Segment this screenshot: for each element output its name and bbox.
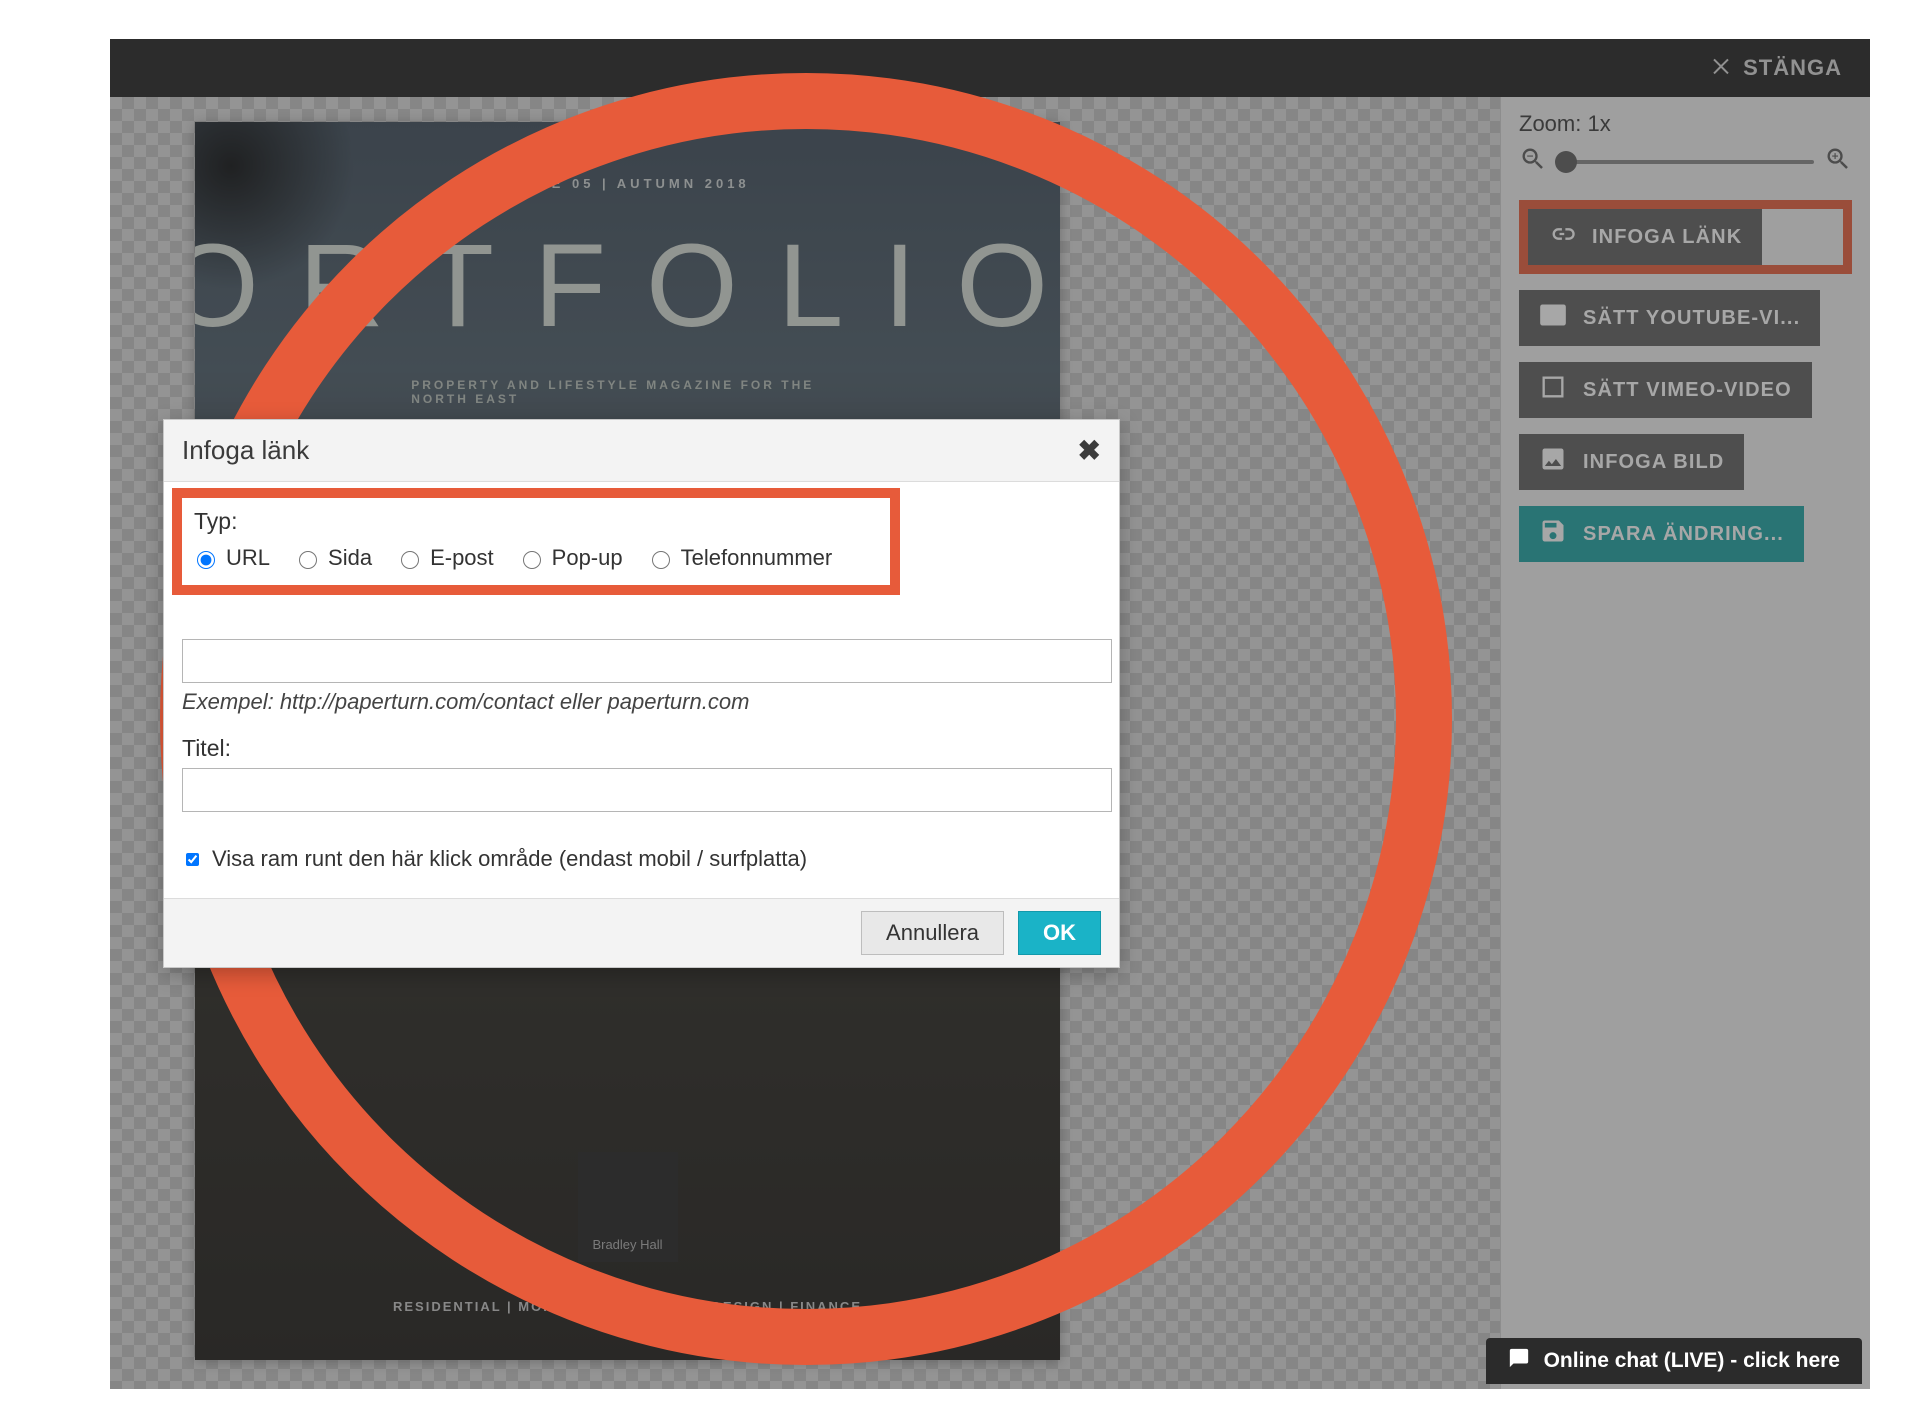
show-frame-checkbox[interactable] xyxy=(186,853,199,866)
dialog-close-icon[interactable]: ✖ xyxy=(1078,434,1101,467)
radio-url-label: URL xyxy=(226,545,270,571)
vimeo-label: SÄTT VIMEO-VIDEO xyxy=(1583,379,1792,402)
radio-popup[interactable]: Pop-up xyxy=(518,545,623,571)
close-button[interactable]: STÄNGA xyxy=(1709,53,1842,83)
radio-popup-input[interactable] xyxy=(523,551,541,569)
radio-url-input[interactable] xyxy=(197,551,215,569)
dialog-body: Typ: URL Sida E-post Pop-up Telefonnumme… xyxy=(164,482,1119,898)
show-frame-label: Visa ram runt den här klick område (enda… xyxy=(212,846,807,872)
url-input[interactable] xyxy=(182,639,1112,683)
radio-tel-input[interactable] xyxy=(652,551,670,569)
insert-link-label: INFOGA LÄNK xyxy=(1592,226,1742,249)
chat-bar[interactable]: Online chat (LIVE) - click here xyxy=(1486,1338,1862,1384)
typ-radios: URL Sida E-post Pop-up Telefonnummer xyxy=(186,545,886,571)
insert-link-button[interactable]: INFOGA LÄNK xyxy=(1528,209,1762,265)
topbar: STÄNGA xyxy=(110,39,1870,97)
radio-sida-label: Sida xyxy=(328,545,372,571)
url-hint: Exempel: http://paperturn.com/contact el… xyxy=(182,689,1101,715)
show-frame-checkbox-row[interactable]: Visa ram runt den här klick område (enda… xyxy=(182,846,1101,872)
radio-epost-input[interactable] xyxy=(401,551,419,569)
title-input[interactable] xyxy=(182,768,1112,812)
zoom-label: Zoom: 1x xyxy=(1519,111,1852,137)
save-button[interactable]: SPARA ÄNDRING... xyxy=(1519,506,1804,562)
typ-label: Typ: xyxy=(194,508,886,535)
radio-epost-label: E-post xyxy=(430,545,494,571)
vimeo-button[interactable]: SÄTT VIMEO-VIDEO xyxy=(1519,362,1812,418)
radio-popup-label: Pop-up xyxy=(552,545,623,571)
youtube-icon xyxy=(1539,301,1567,335)
dialog-title: Infoga länk xyxy=(182,435,309,466)
chat-label: Online chat (LIVE) - click here xyxy=(1544,1349,1840,1373)
zoom-slider[interactable] xyxy=(1557,160,1814,164)
insert-image-label: INFOGA BILD xyxy=(1583,451,1724,474)
youtube-button[interactable]: SÄTT YOUTUBE-VI... xyxy=(1519,290,1820,346)
zoom-in-icon[interactable] xyxy=(1824,145,1852,178)
app-frame: STÄNGA ISSUE 05 | AUTUMN 2018 ORTFOLIO P… xyxy=(110,39,1870,1389)
radio-tel-label: Telefonnummer xyxy=(681,545,833,571)
zoom-thumb[interactable] xyxy=(1555,151,1577,173)
radio-sida-input[interactable] xyxy=(299,551,317,569)
dialog-header: Infoga länk ✖ xyxy=(164,420,1119,482)
zoom-out-icon[interactable] xyxy=(1519,145,1547,178)
link-icon xyxy=(1548,220,1576,254)
radio-tel[interactable]: Telefonnummer xyxy=(647,545,833,571)
close-icon xyxy=(1709,53,1733,83)
save-icon xyxy=(1539,517,1567,551)
sidebar-highlight: INFOGA LÄNK xyxy=(1519,200,1852,274)
doc-logo: Bradley Hall xyxy=(578,1152,678,1262)
doc-subtitle: PROPERTY AND LIFESTYLE MAGAZINE FOR THE … xyxy=(411,378,844,406)
insert-image-button[interactable]: INFOGA BILD xyxy=(1519,434,1744,490)
radio-sida[interactable]: Sida xyxy=(294,545,372,571)
sidebar: Zoom: 1x INFOGA LÄNK SÄT xyxy=(1500,97,1870,1389)
dialog-footer: Annullera OK xyxy=(164,898,1119,967)
ok-button[interactable]: OK xyxy=(1018,911,1101,955)
close-label: STÄNGA xyxy=(1743,55,1842,81)
save-label: SPARA ÄNDRING... xyxy=(1583,523,1784,546)
doc-title: ORTFOLIO xyxy=(195,218,1060,354)
image-icon xyxy=(1539,445,1567,479)
insert-link-dialog: Infoga länk ✖ Typ: URL Sida E-post Pop-u… xyxy=(163,419,1120,968)
doc-footer: RESIDENTIAL | MORTGAGES | ... | ... & DE… xyxy=(393,1299,862,1314)
typ-highlight-box: Typ: URL Sida E-post Pop-up Telefonnumme… xyxy=(172,488,900,595)
cancel-button[interactable]: Annullera xyxy=(861,911,1004,955)
vimeo-icon xyxy=(1539,373,1567,407)
zoom-slider-row xyxy=(1519,145,1852,178)
youtube-label: SÄTT YOUTUBE-VI... xyxy=(1583,307,1800,330)
radio-epost[interactable]: E-post xyxy=(396,545,494,571)
radio-url[interactable]: URL xyxy=(192,545,270,571)
chat-icon xyxy=(1508,1347,1530,1375)
doc-issue: ISSUE 05 | AUTUMN 2018 xyxy=(505,176,749,191)
title-label: Titel: xyxy=(182,735,1101,762)
